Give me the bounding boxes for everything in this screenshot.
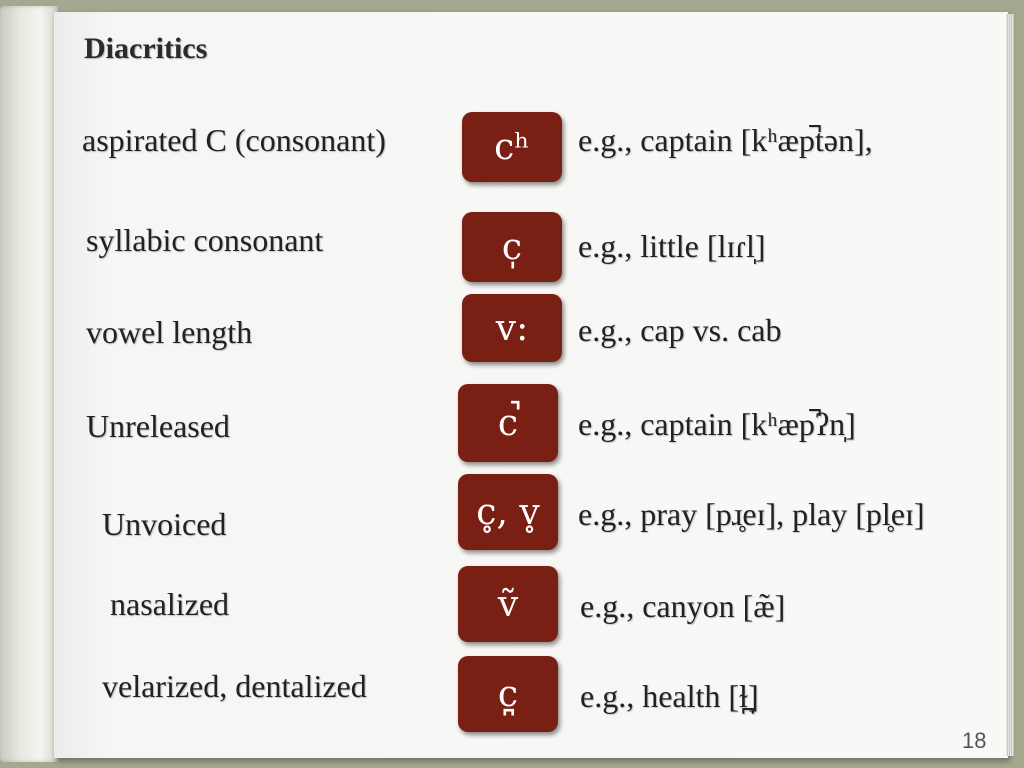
symbol-box-vowel-length: v: bbox=[462, 294, 562, 362]
row-label-aspirated: aspirated C (consonant) bbox=[82, 122, 386, 158]
symbol-box-aspirated: cʰ bbox=[462, 112, 562, 182]
example-syllabic: e.g., little [lɪɾl̩] bbox=[578, 228, 766, 264]
row-label-syllabic: syllabic consonant bbox=[86, 222, 324, 258]
example-unreleased: e.g., captain [kʰæp̚ʔn̩] bbox=[578, 406, 856, 442]
example-velarized: e.g., health [ɫ̪] bbox=[580, 678, 759, 714]
row-label-unvoiced: Unvoiced bbox=[102, 506, 227, 542]
book-binding bbox=[0, 6, 58, 762]
example-unvoiced: e.g., pray [pɹ̥eɪ], play [pl̥eɪ] bbox=[578, 496, 925, 532]
page-number: 18 bbox=[962, 728, 987, 753]
symbol-box-velarized: c̪ bbox=[458, 656, 558, 732]
symbol-box-nasalized: ṽ bbox=[458, 566, 558, 642]
row-label-velarized: velarized, dentalized bbox=[102, 668, 367, 704]
example-aspirated: e.g., captain [kʰæp̚tən], bbox=[578, 122, 873, 158]
row-label-nasalized: nasalized bbox=[110, 586, 230, 622]
symbol-box-unreleased: c̚ bbox=[458, 384, 558, 462]
page-edge bbox=[1006, 14, 1014, 756]
slide-title: Diacritics bbox=[84, 32, 208, 65]
example-vowel-length: e.g., cap vs. cab bbox=[578, 312, 782, 348]
symbol-box-syllabic: c̩ bbox=[462, 212, 562, 282]
row-label-unreleased: Unreleased bbox=[86, 408, 230, 444]
symbol-box-unvoiced: c̥, v̥ bbox=[458, 474, 558, 550]
example-nasalized: e.g., canyon [æ̃] bbox=[580, 588, 786, 624]
row-label-vowel-length: vowel length bbox=[86, 314, 253, 350]
